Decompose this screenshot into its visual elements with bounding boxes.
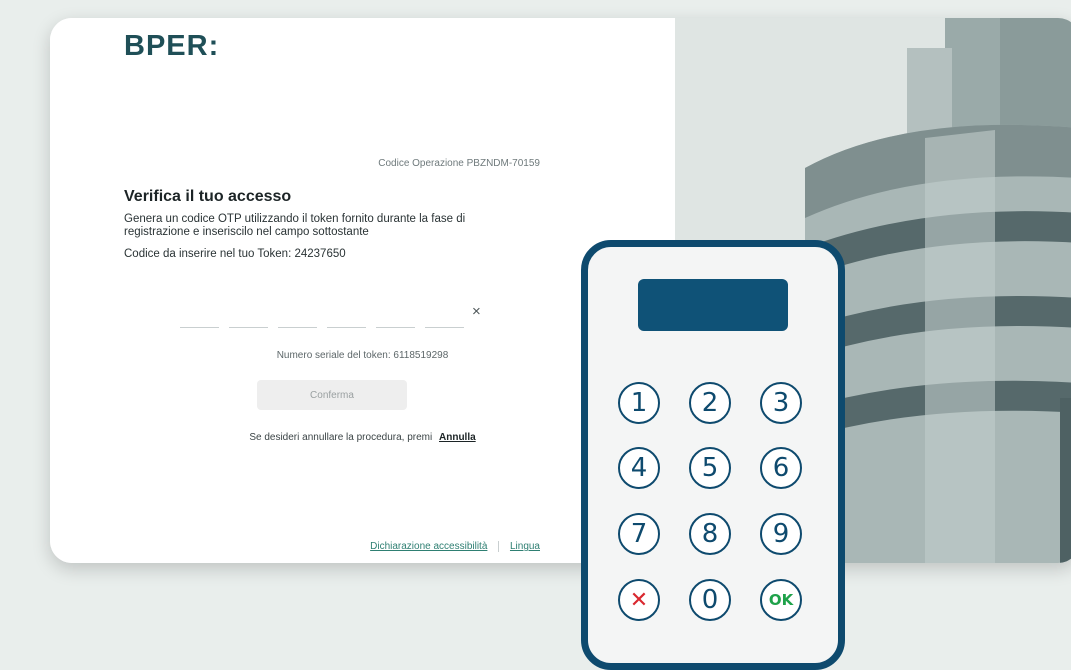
token-key-2[interactable]: 2 [689, 382, 731, 424]
token-cancel-key[interactable]: ✕ [618, 579, 660, 621]
token-key-8[interactable]: 8 [689, 513, 731, 555]
token-key-3[interactable]: 3 [760, 382, 802, 424]
bper-logo: BPER: [124, 30, 220, 62]
footer-links: Dichiarazione accessibilità Lingua [370, 541, 540, 552]
confirm-button[interactable]: Conferma [257, 380, 407, 410]
otp-input[interactable] [180, 308, 470, 328]
footer-divider [498, 541, 500, 552]
accessibility-statement-link[interactable]: Dichiarazione accessibilità [370, 541, 487, 552]
cancel-prompt-text: Se desideri annullare la procedura, prem… [249, 432, 433, 443]
token-key-0[interactable]: 0 [689, 579, 731, 621]
token-key-6[interactable]: 6 [760, 447, 802, 489]
cancel-link[interactable]: Annulla [439, 432, 476, 443]
page-title: Verifica il tuo accesso [124, 188, 292, 205]
otp-digit-slot[interactable] [278, 327, 317, 328]
login-card: BPER: Codice Operazione PBZNDM-70159 Ver… [50, 18, 1071, 563]
operation-code: Codice Operazione PBZNDM-70159 [378, 158, 540, 169]
otp-digit-slot[interactable] [425, 327, 464, 328]
token-key-7[interactable]: 7 [618, 513, 660, 555]
token-code-text: Codice da inserire nel tuo Token: 242376… [124, 248, 346, 260]
token-ok-key[interactable]: OK [760, 579, 802, 621]
otp-digit-slot[interactable] [180, 327, 219, 328]
otp-token-device: 1 2 3 4 5 6 7 8 9 ✕ 0 OK [581, 240, 845, 670]
language-link[interactable]: Lingua [510, 541, 540, 552]
token-screen [638, 279, 788, 331]
token-key-1[interactable]: 1 [618, 382, 660, 424]
token-key-9[interactable]: 9 [760, 513, 802, 555]
otp-digit-slot[interactable] [229, 327, 268, 328]
token-key-4[interactable]: 4 [618, 447, 660, 489]
clear-otp-icon[interactable]: × [472, 303, 481, 320]
otp-digit-slot[interactable] [327, 327, 366, 328]
instructions-text: Genera un codice OTP utilizzando il toke… [124, 213, 466, 238]
otp-digit-slot[interactable] [376, 327, 415, 328]
token-key-5[interactable]: 5 [689, 447, 731, 489]
